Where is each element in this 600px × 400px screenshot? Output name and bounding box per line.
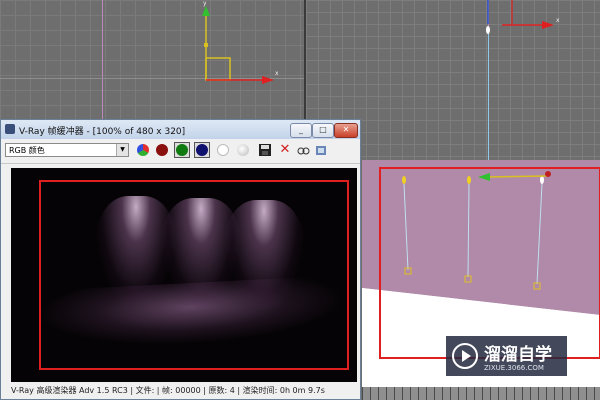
green-channel-button[interactable]	[174, 142, 190, 158]
close-button[interactable]: ✕	[334, 123, 358, 138]
play-logo-icon	[452, 343, 478, 369]
red-channel-button[interactable]	[154, 142, 170, 158]
window-title: V-Ray 帧缓冲器 - [100% of 480 x 320]	[19, 127, 186, 137]
axis-label-y: y	[203, 0, 207, 7]
watermark-url: ZIXUE.3066.COM	[484, 364, 544, 372]
channel-select-value: RGB 颜色	[9, 146, 45, 155]
axis-label-x: x	[275, 70, 279, 77]
chevron-down-icon[interactable]: ▼	[116, 144, 128, 156]
clear-icon[interactable]: ✕	[277, 142, 293, 158]
transform-gizmo-icon[interactable]	[0, 0, 304, 120]
axis-label-x: x	[556, 17, 560, 24]
rgb-channels-icon[interactable]	[135, 142, 151, 158]
watermark-brand: 溜溜自学	[484, 345, 552, 365]
blue-channel-button[interactable]	[194, 142, 210, 158]
vfb-status-bar: V-Ray 高级渲染器 Adv 1.5 RC3 | 文件: | 帧: 00000…	[11, 386, 325, 395]
save-icon[interactable]	[257, 142, 273, 158]
vray-app-icon	[5, 124, 15, 134]
mono-channel-button[interactable]	[235, 142, 251, 158]
duplicate-icon[interactable]	[295, 142, 311, 158]
vfb-toolbar: RGB 颜色 ▼ ✕	[1, 139, 360, 164]
watermark-logo: 溜溜自学 ZIXUE.3066.COM	[446, 336, 567, 376]
viewport-top[interactable]: x y	[0, 0, 306, 120]
render-region-frame[interactable]	[39, 180, 349, 370]
alpha-channel-button[interactable]	[215, 142, 231, 158]
timeline-ruler[interactable]	[362, 387, 600, 400]
minimize-button[interactable]: _	[290, 123, 312, 138]
maximize-button[interactable]: □	[312, 123, 334, 138]
render-region-icon[interactable]	[313, 142, 329, 158]
channel-select[interactable]: RGB 颜色 ▼	[5, 143, 129, 157]
vray-frame-buffer-window[interactable]: V-Ray 帧缓冲器 - [100% of 480 x 320] _ □ ✕ R…	[0, 119, 361, 400]
render-output-image	[11, 168, 357, 382]
window-titlebar[interactable]: V-Ray 帧缓冲器 - [100% of 480 x 320] _ □ ✕	[1, 120, 360, 139]
